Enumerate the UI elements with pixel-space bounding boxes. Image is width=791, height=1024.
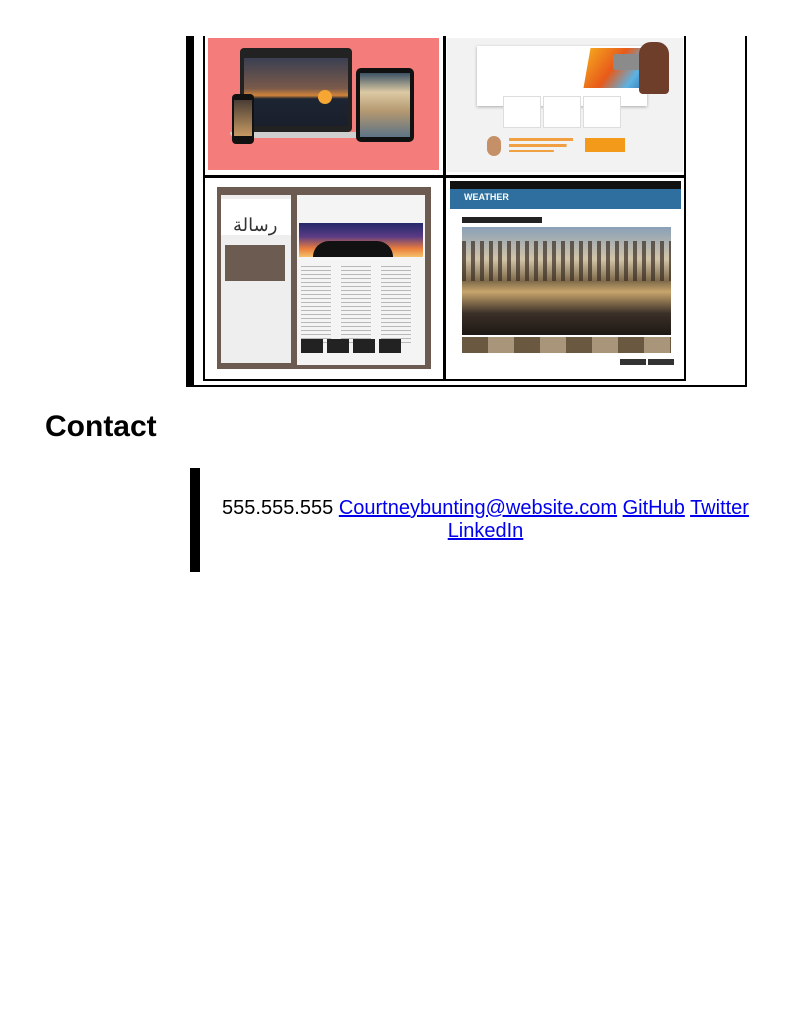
contact-links: 555.555.555 Courtneybunting@website.com … [210, 497, 761, 543]
gallery-photo [301, 339, 323, 353]
site-logo: رسالة [221, 199, 291, 236]
weather-title: WEATHER [464, 192, 509, 202]
grid-divider-horizontal [203, 175, 686, 178]
avatar [487, 136, 501, 156]
headline-bar [462, 217, 542, 223]
promo-text [509, 138, 573, 152]
tree-silhouettes [462, 241, 671, 281]
text-column [341, 263, 371, 343]
person-graphic [639, 42, 669, 94]
boombox-graphic [613, 54, 641, 70]
bbc-top-bar [450, 181, 681, 189]
text-column [381, 263, 411, 343]
phone-device [232, 94, 254, 144]
laptop-screen [240, 48, 352, 132]
promo-badge [585, 138, 625, 152]
tablet-image [360, 73, 410, 137]
contact-heading: Contact [45, 410, 157, 443]
phone-number: 555.555.555 [222, 497, 334, 519]
twitter-link[interactable]: Twitter [690, 497, 749, 519]
logo-card [543, 96, 581, 128]
grid-divider-vertical [443, 36, 446, 380]
text-column [301, 263, 331, 343]
logo-card [583, 96, 621, 128]
gallery-button [620, 359, 646, 365]
gallery-photo [379, 339, 401, 353]
logo-card [503, 96, 541, 128]
telus-landing-thumbnail[interactable] [447, 38, 683, 172]
device-mockup-thumbnail[interactable] [208, 38, 439, 170]
email-link[interactable]: Courtneybunting@website.com [339, 497, 617, 519]
tablet-device [356, 68, 414, 142]
mosque-silhouette [313, 241, 393, 257]
calligraphy-logo: رسالة [233, 215, 278, 236]
gallery-button [648, 359, 674, 365]
gallery-photo [327, 339, 349, 353]
sun-graphic [318, 90, 332, 104]
github-link[interactable]: GitHub [623, 497, 685, 519]
phone-image [234, 100, 252, 136]
contact-block: 555.555.555 Courtneybunting@website.com … [190, 468, 751, 572]
gallery-photo [353, 339, 375, 353]
sunset-image [244, 58, 348, 126]
bbc-weather-thumbnail[interactable]: WEATHER [450, 181, 681, 371]
thumbnail-strip [462, 337, 671, 353]
arabic-calligraphy-site-thumbnail[interactable]: رسالة [217, 187, 431, 369]
secondary-logo [225, 245, 285, 281]
linkedin-link[interactable]: LinkedIn [448, 520, 524, 542]
